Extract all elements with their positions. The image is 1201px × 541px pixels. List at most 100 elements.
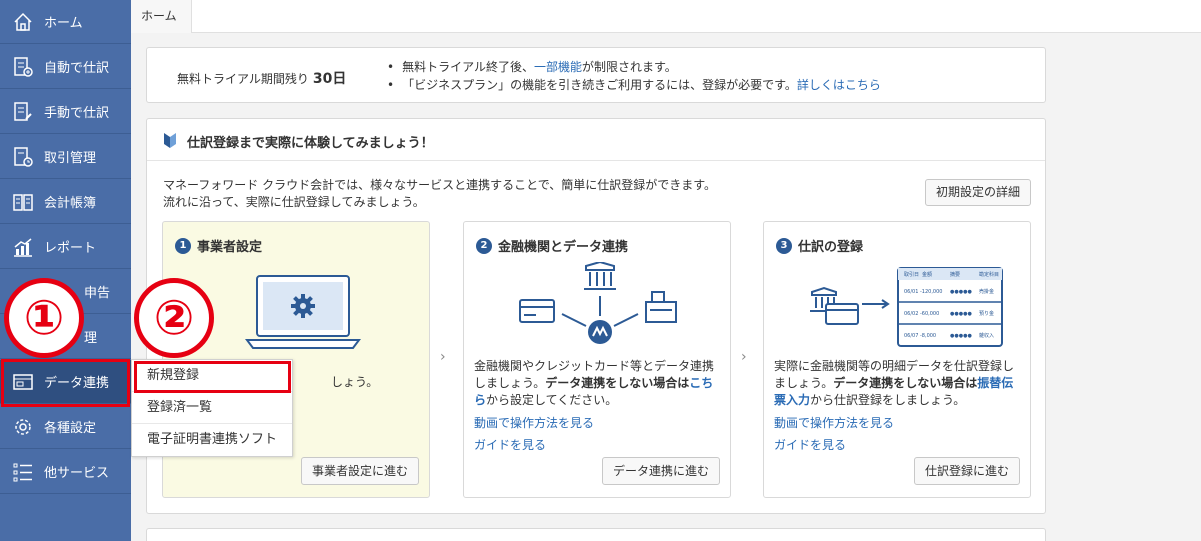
step-title: 3 仕訳の登録 [776,236,863,255]
sidebar-item-label: 手動で仕訳 [44,106,110,121]
svg-text:-60,000: -60,000 [920,311,939,317]
limited-features-link[interactable]: 一部機能 [534,60,582,74]
step-title-text: 金融機関とデータ連携 [498,240,629,255]
auto-journal-icon [14,56,33,77]
step-number: 2 [476,237,492,254]
list-icon [13,463,32,481]
trial-note-text: 「ビジネスプラン」の機能を引き続きご利用するには、登録が必要です。 [402,78,797,92]
watch-video-link[interactable]: 動画で操作方法を見る [474,414,594,431]
transaction-icon [14,146,33,167]
svg-text:勘定科目: 勘定科目 [979,271,999,278]
guide-link[interactable]: ガイドを見る [474,436,546,453]
manual-journal-icon [14,101,32,121]
svg-text:金額: 金額 [922,271,932,278]
sidebar-item-auto-journal[interactable]: 自動で仕訳 [0,45,131,89]
highlight-new-registration [134,361,291,393]
annotation-step-2: ② [134,278,214,358]
guide-link[interactable]: ガイドを見る [774,436,846,453]
trial-note: 無料トライアル終了後、一部機能が制限されます。 [387,58,881,76]
sidebar-item-label: 申告 [84,286,111,301]
svg-text:摘要: 摘要 [950,271,960,278]
svg-text:売掛金: 売掛金 [979,288,994,295]
step-description: 金融機関やクレジットカード等とデータ連携しましょう。データ連携をしない場合はこち… [474,358,724,409]
trial-remaining-label: 無料トライアル期間残り [177,72,309,86]
ledger-icon [13,193,33,211]
svg-text:雑収入: 雑収入 [979,332,994,339]
svg-text:●●●●●: ●●●●● [950,289,972,295]
step-description: しょう。 [331,375,379,389]
menu-item-registered-list[interactable]: 登録済一覧 [132,392,292,424]
sidebar-item-report[interactable]: レポート [0,225,131,269]
trial-note: 「ビジネスプラン」の機能を引き続きご利用するには、登録が必要です。詳しくはこちら [387,76,881,94]
bank-card-register-icon [519,262,677,344]
home-icon [14,12,32,31]
step-data-link: 2 金融機関とデータ連携 金融機関やクレジットカード等とデータ連携しましょう。デー… [463,221,731,498]
step-journal-entry: 3 仕訳の登録 取引日 金額 摘要 勘定科目 06/01 -120,000 ●●●●● 売掛金… [763,221,1031,498]
business-setup-button[interactable]: 事業者設定に進む [300,457,419,485]
laptop-gear-icon [245,275,361,349]
gear-icon [15,418,31,435]
guide-intro: マネーフォワード クラウド会計では、様々なサービスと連携することで、簡単に仕訳登… [163,177,716,211]
step-number: 1 [175,237,191,254]
trial-note-text: が制限されます。 [581,60,677,74]
sidebar-item-transactions[interactable]: 取引管理 [0,135,131,179]
svg-text:06/07: 06/07 [904,333,918,339]
sidebar-item-label: 会計帳簿 [44,196,97,211]
step-title: 2 金融機関とデータ連携 [476,236,628,255]
step-description-bold: データ連携をしない場合は [545,376,690,390]
menu-item-certificate-software[interactable]: 電子証明書連携ソフト [132,424,292,456]
sidebar-item-label: 自動で仕訳 [44,61,110,76]
guide-title: 仕訳登録まで実際に体験してみましょう！ [187,136,434,151]
journal-table-icon: 取引日 金額 摘要 勘定科目 06/01 -120,000 ●●●●● 売掛金 06/02-… [810,267,1003,347]
trial-remaining-days: 30日 [312,71,347,87]
svg-text:-120,000: -120,000 [920,289,942,295]
svg-text:●●●●●: ●●●●● [950,311,972,317]
svg-text:●●●●●: ●●●●● [950,333,972,339]
step-description-text: から仕訳登録をしましょう。 [810,393,966,407]
sidebar: ホーム 自動で仕訳 手動で仕訳 取引管理 会計帳簿 レポート 申告 理 データ連… [0,0,131,541]
trial-remaining: 無料トライアル期間残り 30日 [177,68,346,88]
breadcrumb-home[interactable]: ホーム [131,0,192,33]
watch-video-link[interactable]: 動画で操作方法を見る [774,414,894,431]
initial-setup-details-button[interactable]: 初期設定の詳細 [925,179,1031,206]
svg-text:取引日: 取引日 [904,271,919,278]
beginner-mark-icon [164,133,176,148]
main-content: ホーム 無料トライアル期間残り30日 無料トライアル終了後、一部機能が制限されま… [131,0,1201,541]
trial-notice: 無料トライアル期間残り30日 無料トライアル終了後、一部機能が制限されます。 「… [146,47,1046,103]
highlight-data-link [1,359,130,407]
sidebar-item-label: 各種設定 [44,421,97,436]
step-title-text: 仕訳の登録 [798,240,864,255]
chevron-right-icon: › [741,349,747,365]
step-title-text: 事業者設定 [197,240,263,255]
sidebar-item-label: 取引管理 [44,151,97,166]
data-link-button[interactable]: データ連携に進む [601,457,720,485]
guide-intro-line: マネーフォワード クラウド会計では、様々なサービスと連携することで、簡単に仕訳登… [163,178,717,192]
sidebar-item-other-services[interactable]: 他サービス [0,450,131,494]
step-description-text: から設定してください。 [486,393,618,407]
trial-note-text: 無料トライアル終了後、 [402,60,534,74]
report-icon [14,237,32,257]
step-description: 実際に金融機関等の明細データを仕訳登録しましょう。データ連携をしない場合は振替伝… [774,358,1024,409]
details-link[interactable]: 詳しくはこちら [797,78,881,92]
chevron-right-icon: › [440,349,446,365]
trial-notes: 無料トライアル終了後、一部機能が制限されます。 「ビジネスプラン」の機能を引き続… [387,58,881,94]
sidebar-item-home[interactable]: ホーム [0,0,131,44]
journal-entry-button[interactable]: 仕訳登録に進む [913,457,1020,485]
svg-text:06/02: 06/02 [904,311,918,317]
svg-text:06/01: 06/01 [904,289,918,295]
breadcrumb: ホーム [131,0,1201,33]
step-title: 1 事業者設定 [175,236,262,255]
sidebar-item-settings[interactable]: 各種設定 [0,405,131,449]
svg-text:-8,000: -8,000 [920,333,936,339]
sidebar-item-manual-journal[interactable]: 手動で仕訳 [0,90,131,134]
annotation-step-1: ① [4,278,84,358]
sidebar-item-label: ホーム [44,16,83,31]
svg-text:預り金: 預り金 [979,310,994,317]
sidebar-item-label: レポート [44,241,97,256]
step-description-bold: データ連携をしない場合は [833,376,978,390]
sidebar-item-ledger[interactable]: 会計帳簿 [0,180,131,224]
guide-intro-line: 流れに沿って、実際に仕訳登録してみましょう。 [163,195,425,209]
sidebar-item-label: 他サービス [44,466,110,481]
step-number: 3 [776,237,792,254]
sidebar-item-label: 理 [84,331,98,346]
